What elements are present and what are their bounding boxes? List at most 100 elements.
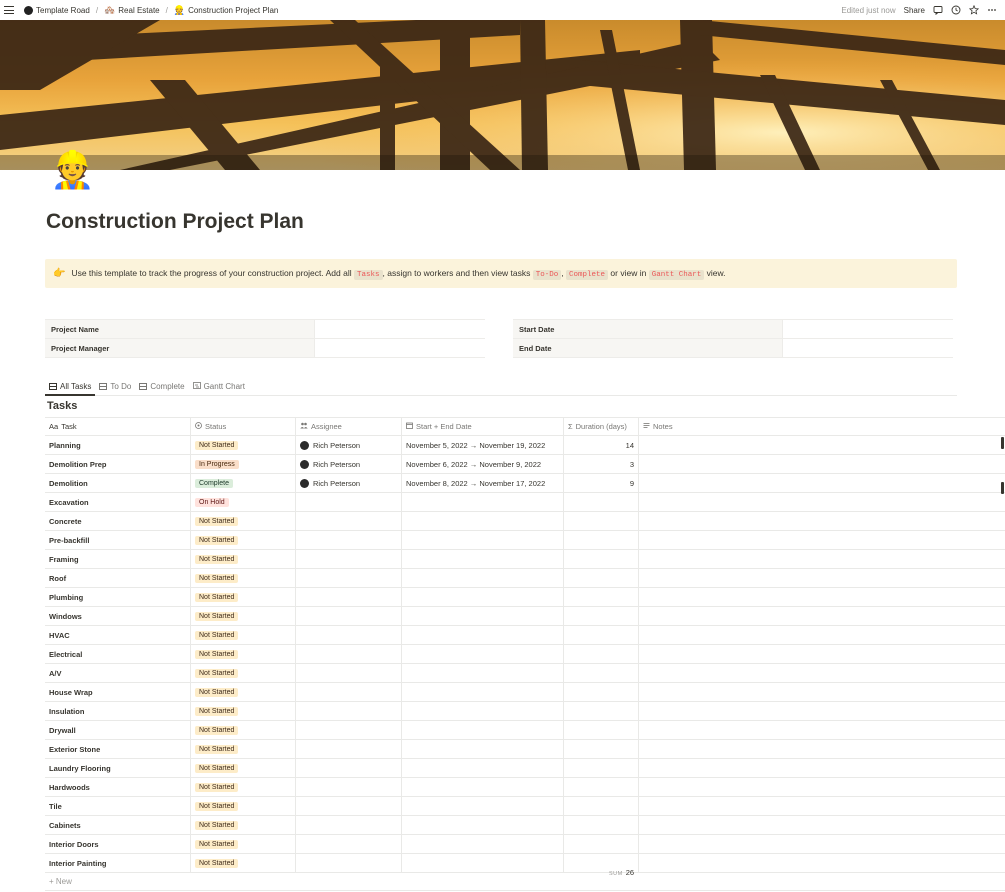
status-cell[interactable]: Not Started: [191, 664, 296, 682]
status-cell[interactable]: Not Started: [191, 550, 296, 568]
date-range-cell[interactable]: [402, 569, 564, 587]
assignee-cell[interactable]: [296, 626, 402, 644]
task-name-cell[interactable]: Demolition: [45, 474, 191, 492]
status-cell[interactable]: Not Started: [191, 588, 296, 606]
assignee-cell[interactable]: [296, 797, 402, 815]
duration-cell[interactable]: [564, 797, 639, 815]
database-title[interactable]: Tasks: [47, 400, 77, 412]
duration-cell[interactable]: [564, 759, 639, 777]
date-range-cell[interactable]: [402, 531, 564, 549]
table-row[interactable]: HVAC Not Started: [45, 626, 1005, 645]
notes-cell[interactable]: [639, 455, 1005, 473]
assignee-cell[interactable]: [296, 588, 402, 606]
project-name-value[interactable]: [315, 320, 485, 338]
duration-cell[interactable]: [564, 664, 639, 682]
start-date-value[interactable]: [783, 320, 953, 338]
assignee-cell[interactable]: [296, 816, 402, 834]
task-name-cell[interactable]: Tile: [45, 797, 191, 815]
task-name-cell[interactable]: Electrical: [45, 645, 191, 663]
table-row[interactable]: Interior Painting Not Started: [45, 854, 1005, 873]
date-range-cell[interactable]: [402, 797, 564, 815]
date-range-cell[interactable]: [402, 778, 564, 796]
status-cell[interactable]: Not Started: [191, 626, 296, 644]
duration-cell[interactable]: [564, 493, 639, 511]
table-row[interactable]: Windows Not Started: [45, 607, 1005, 626]
status-cell[interactable]: Not Started: [191, 816, 296, 834]
duration-cell[interactable]: [564, 569, 639, 587]
duration-cell[interactable]: [564, 835, 639, 853]
notes-cell[interactable]: [639, 626, 1005, 644]
assignee-cell[interactable]: [296, 759, 402, 777]
duration-cell[interactable]: 3: [564, 455, 639, 473]
duration-cell[interactable]: [564, 683, 639, 701]
task-name-cell[interactable]: Excavation: [45, 493, 191, 511]
notes-cell[interactable]: [639, 550, 1005, 568]
status-cell[interactable]: Not Started: [191, 607, 296, 625]
status-cell[interactable]: Not Started: [191, 569, 296, 587]
table-row[interactable]: Hardwoods Not Started: [45, 778, 1005, 797]
duration-cell[interactable]: [564, 531, 639, 549]
notes-cell[interactable]: [639, 854, 1005, 872]
notes-cell[interactable]: [639, 797, 1005, 815]
status-cell[interactable]: Not Started: [191, 835, 296, 853]
task-name-cell[interactable]: Plumbing: [45, 588, 191, 606]
table-row[interactable]: Exterior Stone Not Started: [45, 740, 1005, 759]
task-name-cell[interactable]: Framing: [45, 550, 191, 568]
table-row[interactable]: Tile Not Started: [45, 797, 1005, 816]
status-cell[interactable]: Not Started: [191, 436, 296, 454]
task-name-cell[interactable]: Laundry Flooring: [45, 759, 191, 777]
new-row-button[interactable]: + New: [45, 873, 1005, 891]
date-range-cell[interactable]: [402, 740, 564, 758]
task-name-cell[interactable]: Hardwoods: [45, 778, 191, 796]
notes-cell[interactable]: [639, 474, 1005, 492]
assignee-cell[interactable]: [296, 512, 402, 530]
duration-cell[interactable]: 14: [564, 436, 639, 454]
table-row[interactable]: Cabinets Not Started: [45, 816, 1005, 835]
date-range-cell[interactable]: [402, 759, 564, 777]
duration-cell[interactable]: [564, 588, 639, 606]
page-title[interactable]: Construction Project Plan: [46, 210, 304, 234]
status-cell[interactable]: In Progress: [191, 455, 296, 473]
notes-cell[interactable]: [639, 778, 1005, 796]
task-name-cell[interactable]: House Wrap: [45, 683, 191, 701]
more-icon[interactable]: [987, 5, 997, 15]
assignee-cell[interactable]: [296, 835, 402, 853]
column-header-dates[interactable]: Start + End Date: [402, 418, 564, 435]
notes-cell[interactable]: [639, 721, 1005, 739]
duration-cell[interactable]: [564, 645, 639, 663]
assignee-cell[interactable]: [296, 702, 402, 720]
date-range-cell[interactable]: November 5, 2022 → November 19, 2022: [402, 436, 564, 454]
notes-cell[interactable]: [639, 436, 1005, 454]
assignee-cell[interactable]: [296, 569, 402, 587]
notes-cell[interactable]: [639, 569, 1005, 587]
notes-cell[interactable]: [639, 683, 1005, 701]
notes-cell[interactable]: [639, 664, 1005, 682]
tab-gantt-chart[interactable]: Gantt Chart: [189, 378, 249, 394]
table-row[interactable]: Planning Not Started Rich Peterson November…: [45, 436, 1005, 455]
date-range-cell[interactable]: [402, 816, 564, 834]
date-range-cell[interactable]: [402, 512, 564, 530]
assignee-cell[interactable]: [296, 683, 402, 701]
date-range-cell[interactable]: [402, 683, 564, 701]
date-range-cell[interactable]: [402, 854, 564, 872]
assignee-cell[interactable]: [296, 721, 402, 739]
end-date-value[interactable]: [783, 339, 953, 357]
status-cell[interactable]: Not Started: [191, 778, 296, 796]
notes-cell[interactable]: [639, 588, 1005, 606]
status-cell[interactable]: Not Started: [191, 854, 296, 872]
status-cell[interactable]: Not Started: [191, 759, 296, 777]
status-cell[interactable]: Not Started: [191, 721, 296, 739]
assignee-cell[interactable]: Rich Peterson: [296, 474, 402, 492]
assignee-cell[interactable]: [296, 531, 402, 549]
breadcrumb-item-template-road[interactable]: Template Road: [24, 5, 90, 15]
assignee-cell[interactable]: [296, 607, 402, 625]
task-name-cell[interactable]: Insulation: [45, 702, 191, 720]
tab-to-do[interactable]: To Do: [95, 378, 135, 394]
notes-cell[interactable]: [639, 835, 1005, 853]
notes-cell[interactable]: [639, 645, 1005, 663]
duration-cell[interactable]: [564, 740, 639, 758]
date-range-cell[interactable]: [402, 702, 564, 720]
task-name-cell[interactable]: HVAC: [45, 626, 191, 644]
date-range-cell[interactable]: [402, 664, 564, 682]
column-header-assignee[interactable]: Assignee: [296, 418, 402, 435]
